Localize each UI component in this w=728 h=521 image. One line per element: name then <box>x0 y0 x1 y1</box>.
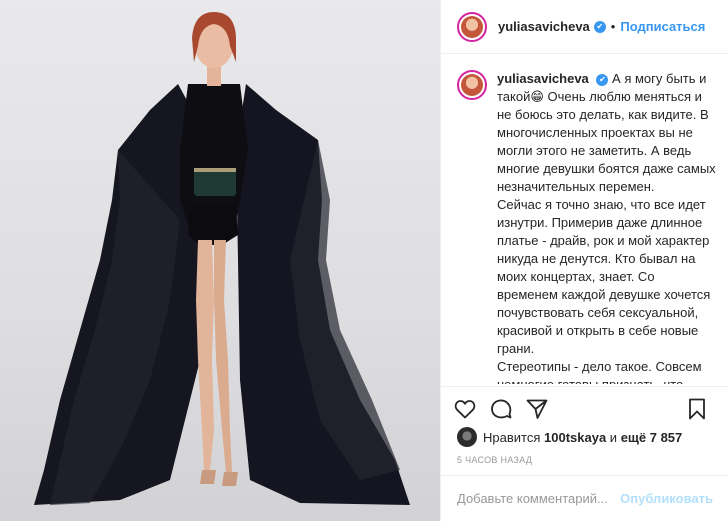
heart-icon[interactable] <box>453 397 477 421</box>
caption-paragraph-1: А я могу быть и такой😁 Очень люблю менят… <box>497 71 716 194</box>
caption-paragraph-3: Стереотипы - дело такое. Совсем немногие… <box>497 359 702 384</box>
likes-count[interactable]: ещё 7 857 <box>621 430 683 445</box>
liker-username[interactable]: 100tskaya <box>544 430 606 445</box>
post-sidebar: yuliasavicheva ✔ • Подписаться yuliasavi… <box>440 0 728 521</box>
comment-form: Добавьте комментарий... Опубликовать <box>441 475 728 521</box>
likes-conjunction: и <box>609 429 618 445</box>
author-username[interactable]: yuliasavicheva <box>498 19 590 34</box>
caption-text: yuliasavicheva ✔ А я могу быть и такой😁 … <box>497 70 719 384</box>
comment-input[interactable]: Добавьте комментарий... <box>457 491 608 506</box>
caption-username[interactable]: yuliasavicheva <box>497 71 589 86</box>
share-icon[interactable] <box>525 397 549 421</box>
likes-prefix: Нравится <box>483 429 541 445</box>
comment-icon[interactable] <box>489 397 513 421</box>
verified-badge-icon: ✔ <box>593 20 606 33</box>
follow-button[interactable]: Подписаться <box>620 19 705 34</box>
post-photo[interactable] <box>0 0 440 521</box>
post-timestamp[interactable]: 5 часов назад <box>457 455 532 465</box>
caption-author-avatar[interactable] <box>457 70 487 100</box>
action-bar <box>441 386 728 430</box>
publish-button[interactable]: Опубликовать <box>620 491 713 506</box>
caption-verified-badge-icon: ✔ <box>596 73 609 86</box>
liker-avatar[interactable] <box>457 427 477 447</box>
likes-summary: Нравится 100tskaya и ещё 7 857 <box>457 426 682 448</box>
bookmark-icon[interactable] <box>685 397 709 421</box>
post-header: yuliasavicheva ✔ • Подписаться <box>441 0 728 54</box>
caption-area: yuliasavicheva ✔ А я могу быть и такой😁 … <box>441 54 728 384</box>
separator-dot: • <box>610 19 616 34</box>
author-avatar[interactable] <box>457 11 487 42</box>
caption-paragraph-2: Сейчас я точно знаю, что все идет изнутр… <box>497 197 711 356</box>
post-photo-figure <box>34 12 410 505</box>
